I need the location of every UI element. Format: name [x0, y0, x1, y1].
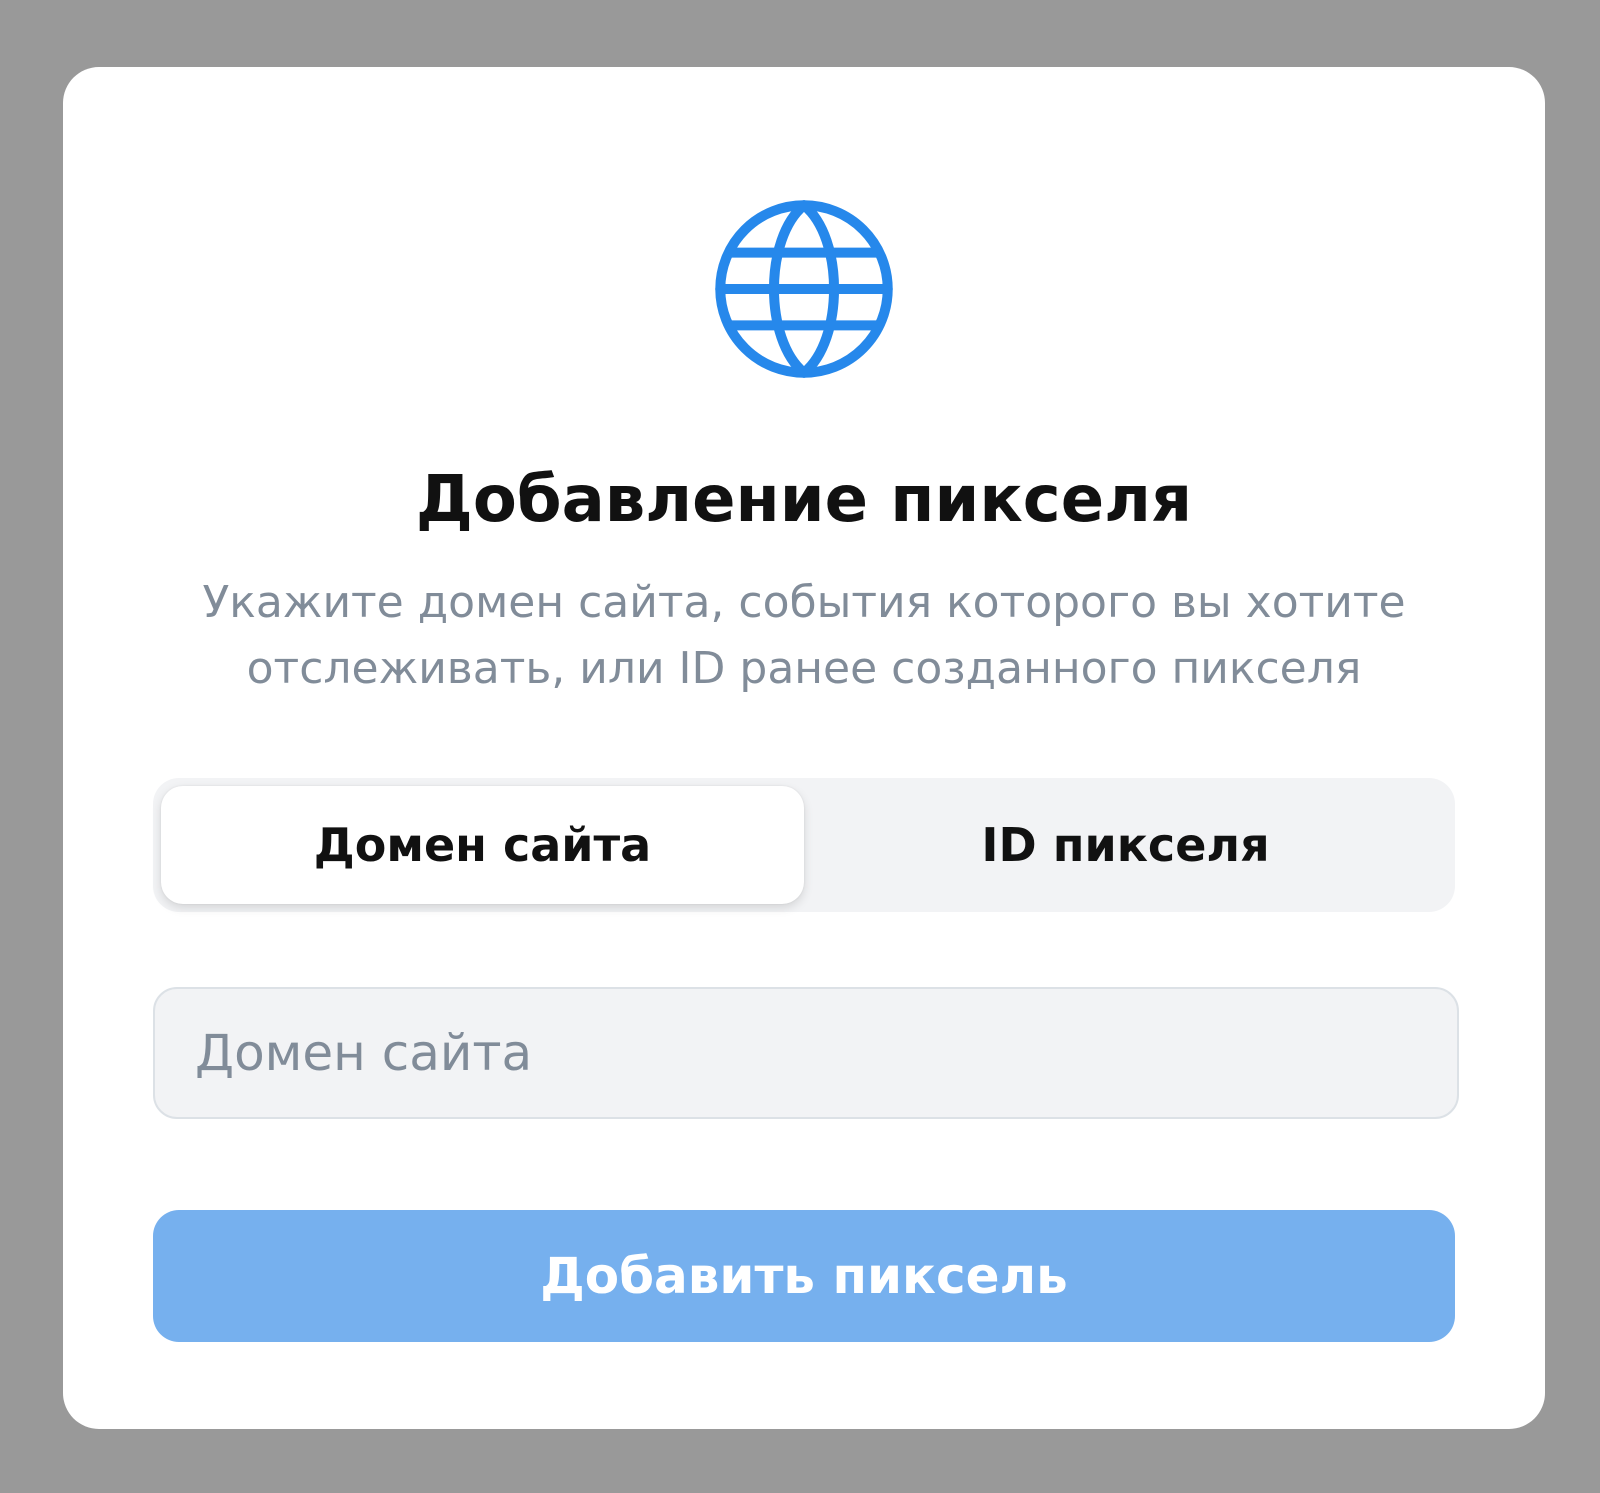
- mode-segmented-control: Домен сайта ID пикселя: [153, 778, 1455, 912]
- tab-pixel-id[interactable]: ID пикселя: [804, 786, 1447, 904]
- tab-site-domain[interactable]: Домен сайта: [161, 786, 804, 904]
- modal-subtitle: Укажите домен сайта, события которого вы…: [202, 577, 1406, 694]
- modal-title: Добавление пикселя: [415, 463, 1193, 537]
- site-domain-input[interactable]: [153, 987, 1459, 1119]
- add-pixel-button[interactable]: Добавить пиксель: [153, 1210, 1455, 1342]
- globe-icon: [713, 198, 895, 380]
